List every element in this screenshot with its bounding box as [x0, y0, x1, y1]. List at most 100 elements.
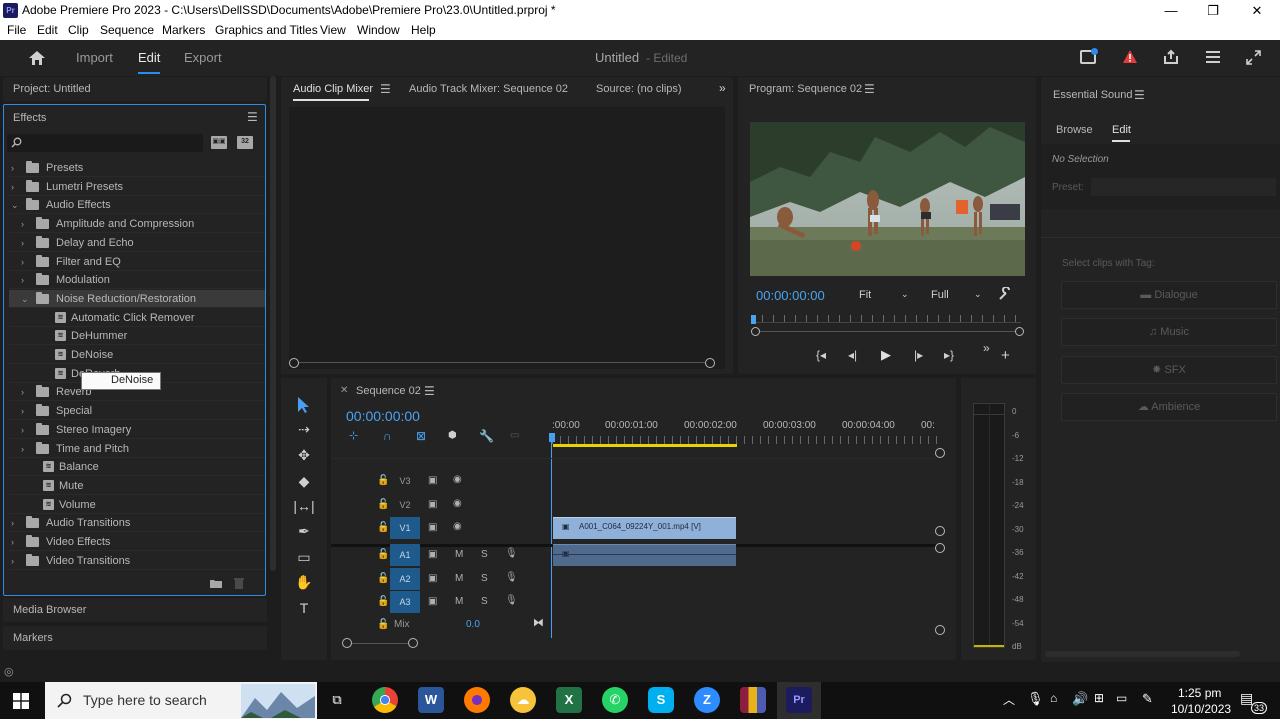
sfx-button[interactable]: ✸ SFX — [1061, 356, 1277, 384]
tray-mic-icon[interactable]: 🎙 — [1027, 691, 1044, 707]
mix-value[interactable]: 0.0 — [466, 619, 480, 630]
mix-lock-icon[interactable]: 🔓 — [377, 619, 389, 630]
selection-tool-icon[interactable] — [296, 396, 310, 414]
ambience-button[interactable]: ☁ Ambience — [1061, 393, 1277, 421]
tab-source-monitor[interactable]: Source: (no clips) — [596, 83, 682, 95]
maximize-button[interactable]: ❐ — [1190, 0, 1236, 21]
horizontal-zoom-handle-right[interactable] — [408, 638, 418, 648]
program-time-ruler[interactable] — [751, 315, 1021, 323]
microphone-icon[interactable]: 🎙 — [505, 595, 518, 606]
tab-audio-clip-mixer[interactable]: Audio Clip Mixer — [293, 83, 373, 95]
track-label-v3[interactable]: V3 — [390, 470, 420, 492]
effects-tree-item[interactable]: › Time and Pitch — [9, 440, 265, 458]
effects-tree-item[interactable]: ≋ Volume — [9, 496, 265, 514]
track-select-tool-icon[interactable]: ⇢ — [292, 418, 316, 440]
program-menu-icon[interactable]: ☰ — [864, 82, 875, 96]
tray-network-icon[interactable]: ⌂ — [1050, 691, 1057, 705]
vertical-zoom-handle-audio[interactable] — [935, 543, 945, 553]
add-button-icon[interactable]: + — [1001, 347, 1010, 364]
tray-volume-icon[interactable]: 🔊 — [1072, 691, 1088, 707]
scroll-handle-right[interactable] — [705, 358, 715, 368]
effects-search-input[interactable] — [7, 134, 203, 152]
chrome-icon[interactable] — [372, 687, 398, 713]
mix-end-icon[interactable]: ⧓ — [533, 616, 544, 629]
captions-icon[interactable]: ▭ — [510, 430, 519, 441]
program-playhead[interactable] — [751, 315, 756, 324]
mixer-menu-icon[interactable]: ☰ — [380, 82, 391, 96]
zoom-handle-left[interactable] — [751, 327, 760, 336]
tray-battery-icon[interactable]: ▭ — [1116, 691, 1127, 705]
quick-export-icon[interactable] — [1080, 48, 1098, 64]
close-sequence-icon[interactable]: ✕ — [340, 385, 348, 396]
effects-tree-item[interactable]: › Filter and EQ — [9, 253, 265, 271]
more-controls-icon[interactable]: » — [983, 341, 990, 355]
slip-tool-icon[interactable]: |↔| — [292, 495, 316, 517]
sync-lock-icon[interactable]: ▣ — [428, 596, 437, 607]
markers-label[interactable]: Markers — [13, 632, 53, 644]
sequence-tab[interactable]: Sequence 02 — [356, 385, 421, 397]
menu-window[interactable]: Window — [357, 23, 400, 37]
effects-tree-item[interactable]: ⌄ Noise Reduction/Restoration — [9, 289, 265, 308]
menu-markers[interactable]: Markers — [162, 23, 205, 37]
media-browser-tab[interactable]: Media Browser — [3, 598, 267, 622]
effects-tree-item[interactable]: › Video Transitions — [9, 552, 265, 570]
lock-icon[interactable]: 🔓 — [377, 596, 389, 607]
chevron-right-icon[interactable]: › — [21, 421, 31, 439]
track-label-a1[interactable]: A1 — [390, 544, 420, 566]
chevron-right-icon[interactable]: › — [11, 552, 21, 570]
essential-sound-scrollbar[interactable] — [1045, 651, 1240, 657]
render-status-icon[interactable]: ◎ — [4, 665, 14, 678]
play-icon[interactable]: ▶ — [881, 347, 891, 363]
scroll-handle-left[interactable] — [289, 358, 299, 368]
program-zoom-bar[interactable] — [760, 331, 1015, 332]
chevron-right-icon[interactable]: › — [21, 402, 31, 420]
pen-tool-icon[interactable]: ✒ — [292, 520, 316, 542]
linked-selection-icon[interactable]: ⊠ — [416, 429, 426, 443]
effects-tree-item[interactable]: ⌄ Audio Effects — [9, 196, 265, 215]
dialogue-button[interactable]: ▬ Dialogue — [1061, 281, 1277, 309]
warning-icon[interactable] — [1122, 49, 1138, 64]
lock-icon[interactable]: 🔓 — [377, 549, 389, 560]
winrar-icon[interactable] — [740, 687, 766, 713]
effects-panel-title[interactable]: Effects — [13, 112, 46, 124]
vertical-zoom-handle-bottom[interactable] — [935, 625, 945, 635]
effects-tree-item[interactable]: › Modulation — [9, 271, 265, 290]
more-panels-icon[interactable]: » — [719, 81, 726, 95]
sync-lock-icon[interactable]: ▣ — [428, 475, 437, 486]
hand-tool-icon[interactable]: ✋ — [292, 571, 316, 593]
quality-dropdown[interactable]: Full — [931, 289, 949, 301]
step-forward-icon[interactable]: |▸ — [914, 348, 923, 362]
whatsapp-icon[interactable]: ✆ — [602, 687, 628, 713]
timeline-timecode[interactable]: 00:00:00:00 — [346, 408, 420, 424]
menu-file[interactable]: File — [7, 23, 26, 37]
preset-dropdown[interactable] — [1091, 178, 1276, 196]
effects-tree-item[interactable]: › Stereo Imagery — [9, 421, 265, 439]
eye-icon[interactable]: ◉ — [453, 521, 462, 532]
windows-start-icon[interactable] — [13, 693, 29, 709]
task-view-icon[interactable]: ⧉ — [324, 687, 350, 713]
ripple-edit-tool-icon[interactable]: ✥ — [292, 444, 316, 466]
sync-lock-icon[interactable]: ▣ — [428, 573, 437, 584]
markers-tab[interactable]: Markers — [3, 626, 267, 650]
menu-graphics-and-titles[interactable]: Graphics and Titles — [215, 23, 318, 37]
fullscreen-icon[interactable] — [1246, 50, 1261, 65]
program-timecode[interactable]: 00:00:00:00 — [756, 288, 825, 303]
eye-icon[interactable]: ◉ — [453, 498, 462, 509]
chevron-right-icon[interactable]: › — [11, 514, 21, 532]
essential-sound-menu-icon[interactable]: ☰ — [1134, 88, 1145, 102]
effects-tree-item[interactable]: ≋ Balance — [9, 458, 265, 477]
effects-tree-item[interactable]: › Video Effects — [9, 533, 265, 551]
snap-icon[interactable]: ∩ — [383, 429, 392, 443]
effects-panel-menu-icon[interactable]: ☰ — [247, 110, 258, 124]
solo-button[interactable]: S — [481, 549, 488, 560]
close-button[interactable]: ✕ — [1234, 0, 1280, 21]
taskbar-date[interactable]: 10/10/2023 — [1171, 702, 1231, 716]
quality-chevron-icon[interactable]: ⌄ — [974, 289, 982, 300]
sync-lock-icon[interactable]: ▣ — [428, 499, 437, 510]
chevron-right-icon[interactable]: › — [11, 159, 21, 177]
tab-edit-sound[interactable]: Edit — [1112, 124, 1131, 136]
trash-icon[interactable] — [233, 577, 245, 590]
rectangle-tool-icon[interactable]: ▭ — [292, 546, 316, 568]
left-panel-scrollbar[interactable] — [270, 76, 276, 571]
vertical-zoom-handle-mid[interactable] — [935, 526, 945, 536]
